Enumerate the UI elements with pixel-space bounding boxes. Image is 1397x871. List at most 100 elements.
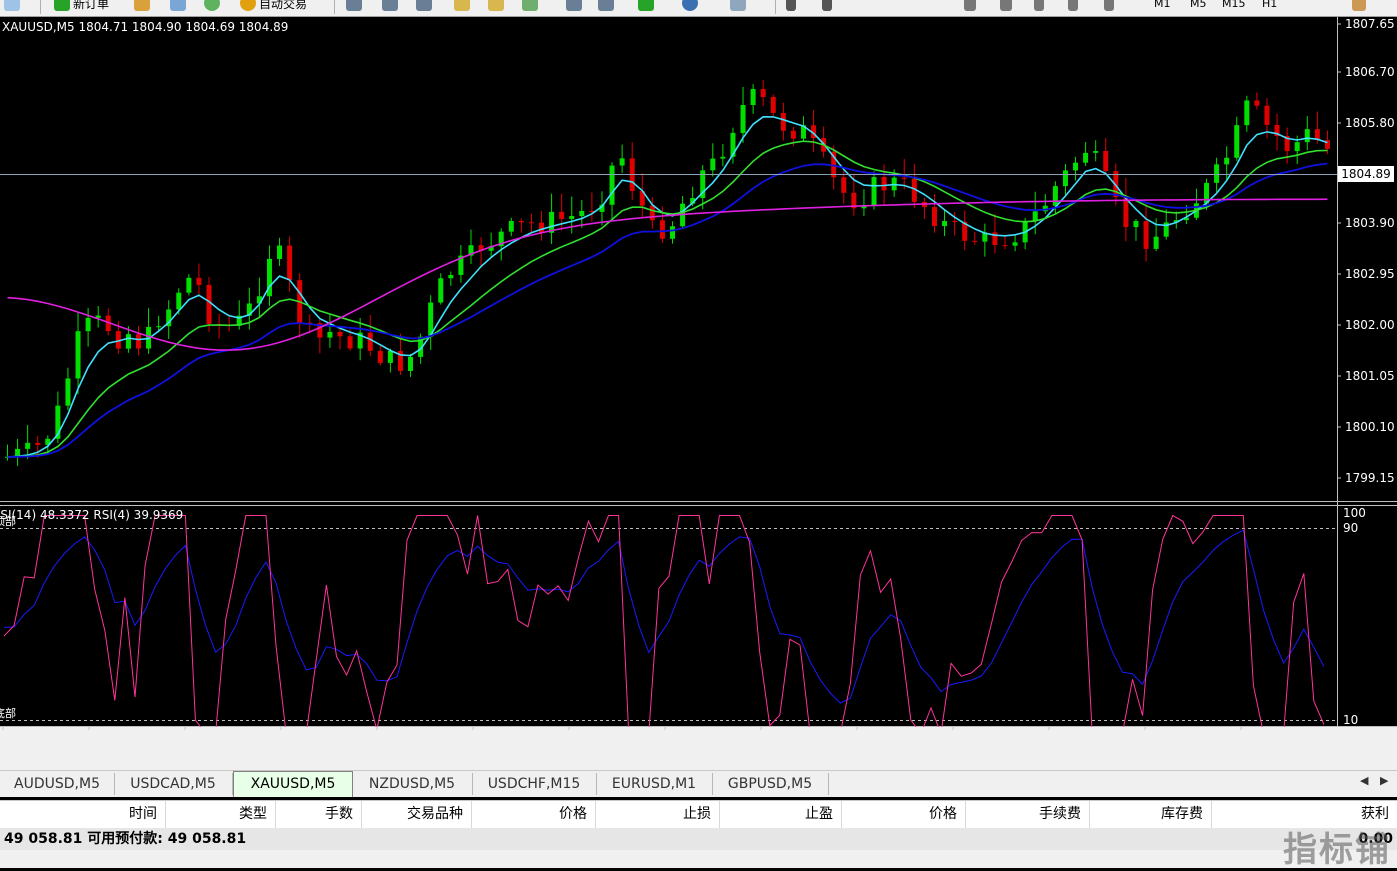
- shift-button[interactable]: [598, 0, 617, 12]
- tab-usdcad[interactable]: USDCAD,M5: [114, 773, 233, 795]
- tf-m15-button[interactable]: M15: [1222, 0, 1246, 12]
- tab-xauusd[interactable]: XAUUSD,M5: [233, 771, 353, 797]
- col-commission[interactable]: 手续费: [966, 801, 1090, 828]
- price-axis-label: 1802.95: [1345, 267, 1395, 281]
- candle-body: [1234, 125, 1240, 158]
- rsi-top-marker: 顶部: [0, 514, 16, 528]
- ma-magenta-line: [7, 198, 1328, 351]
- candle-body: [1254, 100, 1260, 106]
- line-chart-button[interactable]: [416, 0, 435, 12]
- trade-tools-button[interactable]: [134, 0, 153, 12]
- tab-audusd[interactable]: AUDUSD,M5: [0, 773, 115, 795]
- zoom-out-button[interactable]: [488, 0, 507, 12]
- col-take-profit[interactable]: 止盈: [720, 801, 842, 828]
- crosshair-icon: [822, 0, 832, 11]
- tab-gbpusd[interactable]: GBPUSD,M5: [712, 773, 829, 795]
- globe-button[interactable]: [204, 0, 223, 12]
- tab-usdchf[interactable]: USDCHF,M15: [472, 773, 597, 795]
- candle-body: [841, 177, 847, 193]
- periods-button[interactable]: [682, 0, 701, 12]
- tile-icon: [522, 0, 538, 11]
- candle-body: [1153, 236, 1159, 249]
- cursor-button[interactable]: [786, 0, 799, 12]
- elliott-button[interactable]: [964, 0, 979, 12]
- candle-body: [1224, 157, 1230, 165]
- autoscroll-button[interactable]: [566, 0, 585, 12]
- candle-body: [448, 274, 454, 279]
- tabs-scroll-right-icon[interactable]: ▶: [1380, 774, 1388, 787]
- tf-m1-button[interactable]: M1: [1154, 0, 1171, 12]
- candle-body: [528, 222, 534, 224]
- tabs-scroll-left-icon[interactable]: ◀: [1360, 774, 1368, 787]
- candle-body: [387, 350, 393, 363]
- col-open-price[interactable]: 价格: [472, 801, 596, 828]
- rsi-bottom-marker: 底部: [0, 706, 16, 720]
- candle-body: [25, 442, 31, 449]
- col-symbol[interactable]: 交易品种: [362, 801, 472, 828]
- price-axis-label: 1800.10: [1345, 420, 1395, 434]
- chart-button[interactable]: [170, 0, 189, 12]
- col-stop-loss[interactable]: 止损: [596, 801, 720, 828]
- symbol-tabs: AUDUSD,M5 USDCAD,M5 XAUUSD,M5 NZDUSD,M5 …: [0, 770, 1397, 797]
- globe-icon: [204, 0, 220, 11]
- col-time[interactable]: 时间: [0, 801, 166, 828]
- autotrading-icon: [240, 0, 256, 11]
- candle-body: [206, 284, 212, 324]
- col-swap[interactable]: 库存费: [1090, 801, 1212, 828]
- zoom-in-button[interactable]: [454, 0, 473, 12]
- candle-chart-button[interactable]: [382, 0, 401, 12]
- candle-body: [670, 226, 675, 239]
- tab-eurusd[interactable]: EURUSD,M1: [596, 773, 713, 795]
- col-type[interactable]: 类型: [166, 801, 276, 828]
- rsi4-line: [3, 514, 1325, 736]
- autotrading-button[interactable]: 自动交易: [240, 0, 307, 12]
- candle-body: [1133, 221, 1139, 228]
- tf-m5-button[interactable]: M5: [1190, 0, 1207, 12]
- candle-body: [740, 105, 746, 133]
- candle-body: [176, 292, 182, 310]
- cursor-icon: [786, 0, 796, 11]
- zoom-icon-button[interactable]: [4, 0, 23, 12]
- price-axis-label: 1805.80: [1345, 116, 1395, 130]
- toolbar: 新订单 自动交易 M1 M5 M15 H1: [0, 0, 1397, 17]
- terminal-table-header: 时间 类型 手数 交易品种 价格 止损 止盈 价格 手续费 库存费 获利: [0, 800, 1397, 829]
- price-axis-label: 1802.00: [1345, 318, 1395, 332]
- fibo-button[interactable]: [1000, 0, 1015, 12]
- new-order-label: 新订单: [73, 0, 110, 11]
- candle-body: [85, 317, 91, 332]
- indicators-button[interactable]: [638, 0, 657, 12]
- candle-body: [65, 378, 71, 406]
- col-current-price[interactable]: 价格: [842, 801, 966, 828]
- text-button[interactable]: [1034, 0, 1047, 12]
- candle-body: [720, 156, 726, 159]
- col-lots[interactable]: 手数: [276, 801, 362, 828]
- chart-icon: [170, 0, 186, 11]
- candle-body: [518, 220, 524, 223]
- arrow-icon: [1104, 0, 1114, 11]
- bars-icon: [346, 0, 362, 11]
- candle-body: [649, 205, 655, 221]
- ma-blue-line: [7, 162, 1328, 458]
- label-button[interactable]: [1068, 0, 1081, 12]
- price-chart[interactable]: 1804.89 XAUUSD,M5 1804.71 1804.90 1804.6…: [0, 17, 1397, 763]
- rsi-label: RSI(14) 48.3372 RSI(4) 39.9369: [0, 508, 183, 522]
- candles-icon: [382, 0, 398, 11]
- price-axis-label: 1803.90: [1345, 216, 1395, 230]
- candle-body: [1123, 197, 1129, 228]
- crosshair-button[interactable]: [822, 0, 835, 12]
- text-icon: [1034, 0, 1044, 11]
- bar-chart-button[interactable]: [346, 0, 365, 12]
- candle-body: [750, 89, 756, 106]
- arrow-button[interactable]: [1104, 0, 1117, 12]
- moving-averages: [7, 115, 1328, 458]
- edit-button[interactable]: [1352, 0, 1369, 12]
- templates-button[interactable]: [730, 0, 749, 12]
- chart-window[interactable]: 1804.89 XAUUSD,M5 1804.71 1804.90 1804.6…: [0, 17, 1397, 763]
- candle-body: [347, 336, 353, 349]
- tf-h1-button[interactable]: H1: [1262, 0, 1277, 12]
- candle-body: [196, 277, 202, 285]
- new-order-button[interactable]: 新订单: [54, 0, 109, 12]
- tab-nzdusd[interactable]: NZDUSD,M5: [352, 773, 473, 795]
- tile-button[interactable]: [522, 0, 541, 12]
- candle-body: [539, 222, 545, 233]
